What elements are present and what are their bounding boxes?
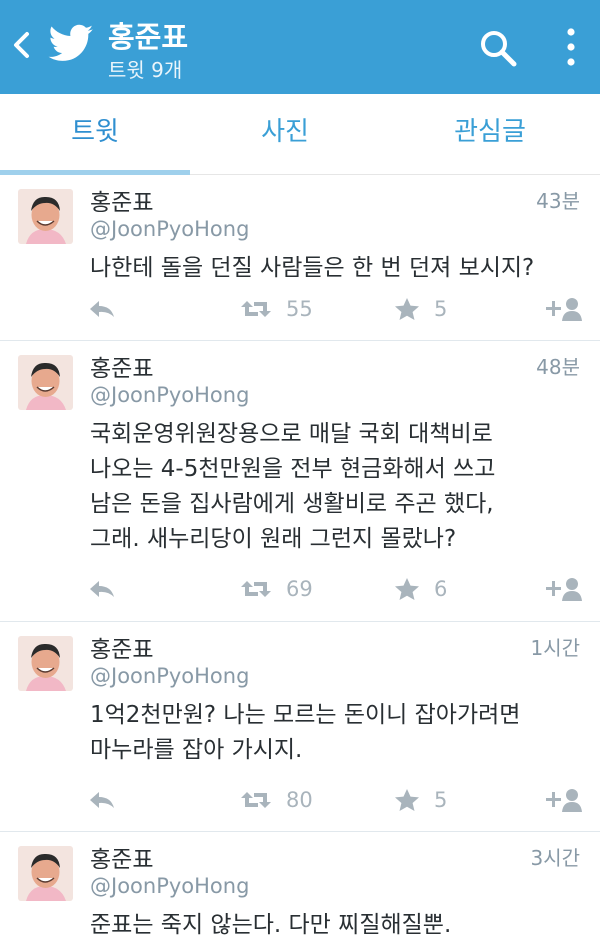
reply-icon bbox=[90, 581, 114, 597]
retweet-icon bbox=[241, 301, 271, 317]
app-bar: 홍준표 트윗 9개 bbox=[0, 0, 600, 94]
reply-icon bbox=[90, 792, 114, 808]
tweet-text: 준표는 죽지 않는다. 다만 찌질해질뿐. bbox=[90, 912, 452, 938]
favorite-button[interactable]: 5 bbox=[394, 782, 447, 818]
tweet-item[interactable]: 홍준표 @JoonPyoHong 43분 나한테 돌을 던질 사람들은 한 번 … bbox=[0, 175, 600, 341]
avatar[interactable] bbox=[18, 636, 73, 691]
tab-favorites[interactable]: 관심글 bbox=[380, 94, 600, 174]
favorite-button[interactable]: 5 bbox=[394, 291, 447, 327]
tab-tweets[interactable]: 트윗 bbox=[0, 94, 190, 174]
tweet-text: 1억2천만원? 나는 모르는 돈이니 잡아가려면 마누라를 잡아 가시지. bbox=[90, 702, 521, 763]
reply-icon bbox=[90, 301, 114, 317]
author-name[interactable]: 홍준표 bbox=[90, 630, 153, 664]
avatar[interactable] bbox=[18, 355, 73, 410]
retweet-count: 80 bbox=[286, 788, 313, 812]
twitter-bird-icon[interactable] bbox=[48, 24, 94, 64]
author-handle[interactable]: @JoonPyoHong bbox=[90, 664, 249, 688]
author-name[interactable]: 홍준표 bbox=[90, 840, 153, 874]
add-user-icon bbox=[546, 578, 582, 601]
profile-tabs: 트윗 사진 관심글 bbox=[0, 94, 600, 175]
tweet-item[interactable]: 홍준표 @JoonPyoHong 3시간 준표는 죽지 않는다. 다만 찌질해질… bbox=[0, 832, 600, 946]
add-user-icon bbox=[546, 789, 582, 812]
tweet-actions: 69 6 bbox=[0, 571, 600, 607]
tweet-item[interactable]: 홍준표 @JoonPyoHong 48분 국회운영위원장용으로 매달 국회 대책… bbox=[0, 341, 600, 622]
star-icon bbox=[395, 789, 419, 811]
author-name[interactable]: 홍준표 bbox=[90, 183, 153, 217]
back-arrow-icon[interactable] bbox=[10, 30, 32, 60]
overflow-menu-icon[interactable] bbox=[560, 26, 582, 68]
reply-button[interactable] bbox=[88, 291, 116, 327]
add-user-icon bbox=[546, 298, 582, 321]
follow-button[interactable] bbox=[544, 782, 582, 818]
tweet-timeline[interactable]: 홍준표 @JoonPyoHong 43분 나한테 돌을 던질 사람들은 한 번 … bbox=[0, 175, 600, 946]
retweet-icon bbox=[241, 581, 271, 597]
tweet-actions: 80 5 bbox=[0, 782, 600, 818]
tweet-actions: 55 5 bbox=[0, 291, 600, 327]
retweet-count: 69 bbox=[286, 577, 313, 601]
favorite-button[interactable]: 6 bbox=[394, 571, 447, 607]
favorite-count: 6 bbox=[434, 577, 448, 601]
star-icon bbox=[395, 298, 419, 320]
retweet-icon bbox=[241, 792, 271, 808]
author-handle[interactable]: @JoonPyoHong bbox=[90, 383, 249, 407]
tweet-item[interactable]: 홍준표 @JoonPyoHong 1시간 1억2천만원? 나는 모르는 돈이니 … bbox=[0, 622, 600, 832]
tweet-text: 나한테 돌을 던질 사람들은 한 번 던져 보시지? bbox=[90, 255, 535, 281]
author-name[interactable]: 홍준표 bbox=[90, 349, 153, 383]
search-icon[interactable] bbox=[478, 28, 518, 68]
tab-photos[interactable]: 사진 bbox=[190, 94, 380, 174]
reply-button[interactable] bbox=[88, 782, 116, 818]
retweet-button[interactable]: 69 bbox=[240, 571, 313, 607]
retweet-button[interactable]: 80 bbox=[240, 782, 313, 818]
avatar[interactable] bbox=[18, 846, 73, 901]
tweet-timestamp: 43분 bbox=[536, 189, 580, 213]
profile-title: 홍준표 bbox=[108, 20, 189, 54]
tweet-timestamp: 3시간 bbox=[530, 846, 580, 870]
author-handle[interactable]: @JoonPyoHong bbox=[90, 874, 249, 898]
tweet-count: 트윗 9개 bbox=[108, 58, 183, 82]
retweet-button[interactable]: 55 bbox=[240, 291, 313, 327]
follow-button[interactable] bbox=[544, 291, 582, 327]
retweet-count: 55 bbox=[286, 297, 313, 321]
favorite-count: 5 bbox=[434, 788, 448, 812]
tweet-timestamp: 1시간 bbox=[530, 636, 580, 660]
reply-button[interactable] bbox=[88, 571, 116, 607]
author-handle[interactable]: @JoonPyoHong bbox=[90, 217, 249, 241]
tweet-text: 국회운영위원장용으로 매달 국회 대책비로 나오는 4-5천만원을 전부 현금화… bbox=[90, 421, 496, 552]
avatar[interactable] bbox=[18, 189, 73, 244]
follow-button[interactable] bbox=[544, 571, 582, 607]
star-icon bbox=[395, 578, 419, 600]
tweet-timestamp: 48분 bbox=[536, 355, 580, 379]
favorite-count: 5 bbox=[434, 297, 448, 321]
